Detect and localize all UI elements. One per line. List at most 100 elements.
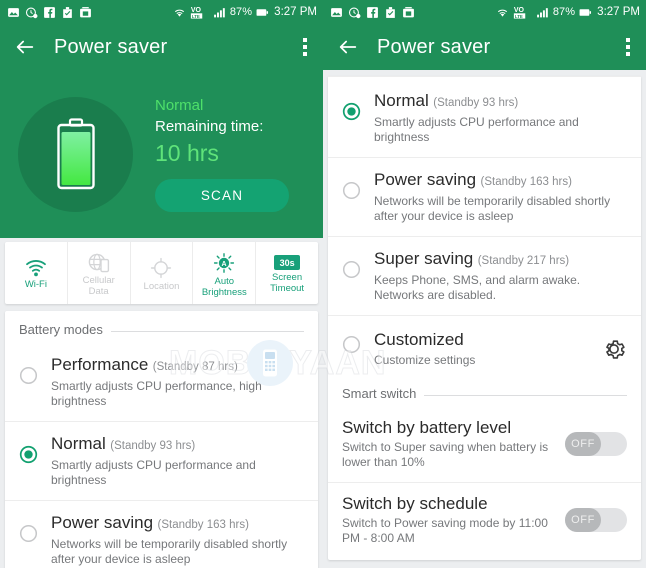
battery-mode-text: Normal (Standby 93 hrs) Smartly adjusts …: [374, 90, 627, 145]
battery-percent-label: 87%: [552, 6, 576, 18]
battery-modes-card: Battery modes Performance (Standby 87 hr…: [5, 311, 318, 568]
screen-timeout-icon: 30s: [274, 255, 301, 270]
smart-switch-text: Switch by schedule Switch to Power savin…: [342, 493, 557, 546]
battery-mode-text: Power saving (Standby 163 hrs) Networks …: [374, 169, 627, 224]
smart-switch-header: Smart switch: [328, 379, 641, 407]
radio-selected-icon[interactable]: [19, 445, 38, 464]
battery-mode-desc: Networks will be temporarily disabled sh…: [51, 537, 288, 566]
status-bar-notifications: [330, 6, 415, 19]
overflow-menu-icon[interactable]: [620, 34, 636, 60]
battery-mode-title-line: Normal (Standby 93 hrs): [51, 433, 304, 457]
smart-switch-row-schedule[interactable]: Switch by schedule Switch to Power savin…: [328, 482, 641, 558]
gear-icon[interactable]: [601, 336, 627, 362]
divider: [424, 395, 627, 396]
battery-mode-standby: (Standby 93 hrs): [433, 97, 519, 109]
radio-unselected-icon[interactable]: [19, 524, 38, 543]
section-label: Smart switch: [342, 386, 417, 401]
checkbox-bag-icon: [63, 6, 72, 18]
scan-button[interactable]: SCAN: [155, 179, 289, 212]
quick-toggle-auto-brightness[interactable]: A Auto Brightness: [193, 242, 257, 304]
battery-mode-title: Super saving: [374, 249, 474, 268]
app-bar: Power saver: [323, 24, 646, 70]
battery-mode-row-customized[interactable]: Customized Customize settings: [328, 315, 641, 379]
svg-text:LTE: LTE: [192, 14, 200, 19]
app-bar: Power saver: [0, 24, 323, 70]
battery-mode-text: Performance (Standby 87 hrs) Smartly adj…: [51, 354, 304, 409]
current-mode-label: Normal: [155, 97, 204, 114]
svg-text:LTE: LTE: [515, 14, 523, 19]
overflow-menu-icon[interactable]: [297, 34, 313, 60]
quick-toggle-wifi[interactable]: Wi-Fi: [5, 242, 68, 304]
gallery-icon: [331, 7, 342, 17]
battery-mode-desc: Networks will be temporarily disabled sh…: [374, 194, 611, 223]
radio-unselected-icon[interactable]: [342, 181, 361, 200]
battery-mode-title-line: Performance (Standby 87 hrs): [51, 354, 304, 378]
facebook-icon: [367, 6, 378, 18]
battery-mode-standby: (Standby 163 hrs): [157, 519, 249, 531]
battery-mode-row-super-saving[interactable]: Super saving (Standby 217 hrs) Keeps Pho…: [328, 236, 641, 315]
battery-percent-label: 87%: [229, 6, 253, 18]
status-bar-system: VO LTE 87% 3:27 PM: [173, 5, 317, 19]
back-arrow-icon[interactable]: [337, 36, 359, 58]
screen-right: VO LTE 87% 3:27 PM Power saver Normal (S…: [323, 0, 646, 568]
cellular-data-icon: [88, 253, 109, 272]
wifi-icon: [25, 260, 46, 277]
battery-mode-standby: (Standby 217 hrs): [477, 255, 570, 267]
status-bar-notifications: [7, 6, 92, 19]
battery-mode-text: Customized Customize settings: [374, 329, 595, 368]
battery-mode-title: Customized: [374, 330, 464, 349]
toggle-switch-schedule[interactable]: OFF: [565, 507, 627, 532]
status-bar: VO LTE 87% 3:27 PM: [323, 0, 646, 24]
battery-mode-desc: Smartly adjusts CPU performance, high br…: [51, 379, 262, 408]
quick-toggle-label: Auto Brightness: [201, 275, 247, 298]
battery-mode-text: Super saving (Standby 217 hrs) Keeps Pho…: [374, 248, 627, 303]
smart-switch-desc: Switch to Super saving when battery is l…: [342, 440, 549, 469]
battery-full-icon: [56, 118, 95, 190]
battery-mode-row-power-saving[interactable]: Power saving (Standby 163 hrs) Networks …: [5, 500, 318, 568]
battery-mode-title-line: Super saving (Standby 217 hrs): [374, 248, 627, 272]
status-bar-system: VO LTE 87% 3:27 PM: [496, 5, 640, 19]
quick-toggle-screen-timeout[interactable]: 30s Screen Timeout: [256, 242, 318, 304]
quick-toggle-label: Screen Timeout: [270, 272, 305, 294]
battery-mode-title: Performance: [51, 355, 149, 374]
clock-label: 3:27 PM: [274, 6, 317, 18]
section-label: Battery modes: [19, 322, 103, 337]
quick-toggle-location[interactable]: Location: [131, 242, 194, 304]
page-title: Power saver: [54, 35, 168, 58]
photos-icon: [403, 6, 414, 17]
wifi-icon: [497, 9, 507, 17]
battery-mode-row-performance[interactable]: Performance (Standby 87 hrs) Smartly adj…: [5, 343, 318, 421]
battery-mode-title-line: Power saving (Standby 163 hrs): [51, 512, 304, 536]
battery-mode-title: Normal: [374, 91, 429, 110]
battery-mode-row-power-saving[interactable]: Power saving (Standby 163 hrs) Networks …: [328, 157, 641, 236]
quick-toggle-cellular-data[interactable]: Cellular Data: [68, 242, 131, 304]
clock-badge-icon: [25, 7, 38, 18]
radio-unselected-icon[interactable]: [342, 260, 361, 279]
battery-mode-text: Normal (Standby 93 hrs) Smartly adjusts …: [51, 433, 304, 488]
battery-hero: Normal Remaining time: 10 hrs SCAN: [0, 70, 323, 238]
battery-mode-row-normal[interactable]: Normal (Standby 93 hrs) Smartly adjusts …: [328, 76, 641, 157]
smart-switch-title: Switch by battery level: [342, 418, 512, 437]
clock-badge-icon: [348, 7, 361, 18]
radio-unselected-icon[interactable]: [342, 335, 361, 354]
facebook-icon: [44, 6, 55, 18]
battery-mode-text: Power saving (Standby 163 hrs) Networks …: [51, 512, 304, 567]
battery-mode-row-normal[interactable]: Normal (Standby 93 hrs) Smartly adjusts …: [5, 421, 318, 500]
toggle-state-label: OFF: [565, 507, 601, 532]
quick-toggle-label: Cellular Data: [82, 274, 115, 297]
radio-selected-icon[interactable]: [342, 102, 361, 121]
back-arrow-icon[interactable]: [14, 36, 36, 58]
battery-mode-title: Normal: [51, 434, 106, 453]
battery-hero-info: Normal Remaining time: 10 hrs SCAN: [155, 96, 307, 212]
signal-bars-icon: [536, 7, 548, 17]
remaining-time-value: 10 hrs: [155, 140, 219, 166]
smart-switch-row-battery-level[interactable]: Switch by battery level Switch to Super …: [328, 407, 641, 482]
battery-mode-title-line: Customized: [374, 329, 595, 352]
clock-label: 3:27 PM: [597, 6, 640, 18]
toggle-switch-battery-level[interactable]: OFF: [565, 431, 627, 456]
battery-mode-standby: (Standby 93 hrs): [110, 440, 196, 452]
smart-switch-title: Switch by schedule: [342, 494, 488, 513]
radio-unselected-icon[interactable]: [19, 366, 38, 385]
battery-mode-desc: Customize settings: [374, 353, 476, 367]
remaining-time-label: Remaining time:: [155, 118, 264, 135]
